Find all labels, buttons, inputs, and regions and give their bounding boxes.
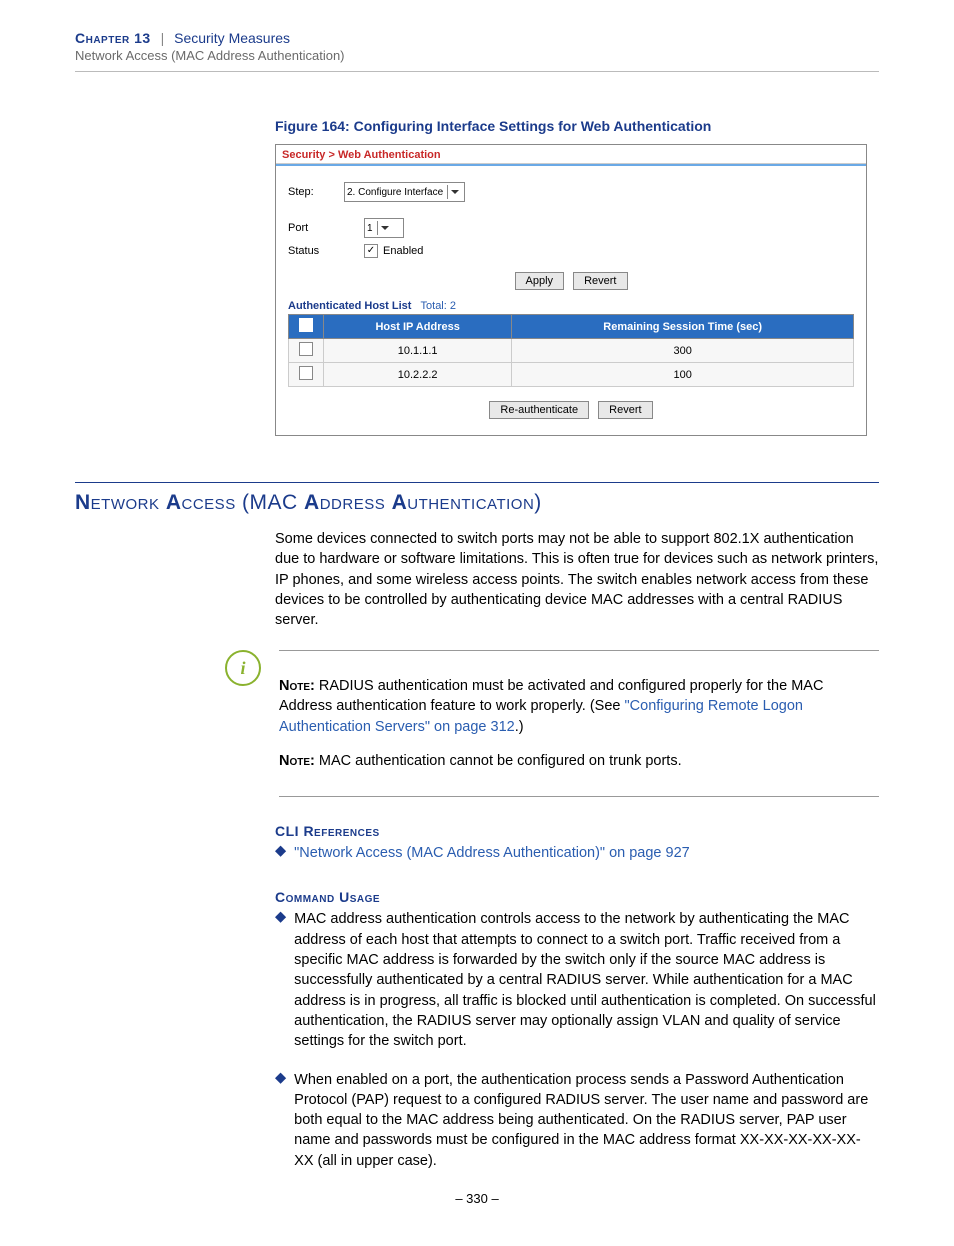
command-usage-heading: Command Usage (275, 889, 879, 905)
info-icon: i (225, 650, 261, 686)
step-select[interactable]: 2. Configure Interface (344, 182, 465, 202)
table-row: 10.2.2.2 100 (289, 363, 854, 387)
status-label: Status (288, 245, 344, 257)
figure-caption: Figure 164: Configuring Interface Settin… (275, 118, 879, 134)
revert-button[interactable]: Revert (573, 272, 627, 290)
host-list-table: Host IP Address Remaining Session Time (… (288, 314, 854, 387)
list-item: MAC address authentication controls acce… (275, 909, 879, 1051)
page-number: – 330 – (75, 1191, 879, 1206)
chapter-title: Security Measures (174, 30, 290, 46)
figure-breadcrumb: Security > Web Authentication (282, 149, 441, 161)
col-host-ip: Host IP Address (324, 315, 512, 339)
status-checkbox[interactable]: ✓ (364, 244, 378, 258)
figure-164: Security > Web Authentication Step: 2. C… (275, 144, 867, 436)
host-list-label: Authenticated Host List (288, 300, 411, 312)
select-all-checkbox[interactable] (299, 318, 313, 332)
chapter-number: Chapter 13 (75, 30, 151, 46)
table-row: 10.1.1.1 300 (289, 339, 854, 363)
step-label: Step: (288, 186, 344, 198)
col-session-time: Remaining Session Time (sec) (512, 315, 854, 339)
chevron-down-icon (447, 185, 462, 199)
list-item: When enabled on a port, the authenticati… (275, 1070, 879, 1171)
cli-references-heading: CLI References (275, 823, 879, 839)
reauthenticate-button[interactable]: Re-authenticate (489, 401, 589, 419)
section-heading: Network Access (MAC Address Authenticati… (75, 491, 879, 515)
link-cli-network-access[interactable]: "Network Access (MAC Address Authenticat… (294, 845, 690, 861)
apply-button[interactable]: Apply (515, 272, 565, 290)
revert-button-2[interactable]: Revert (598, 401, 652, 419)
status-value: Enabled (383, 245, 423, 257)
port-label: Port (288, 222, 344, 234)
page-header: Chapter 13 | Security Measures Network A… (75, 30, 879, 72)
row-checkbox[interactable] (299, 366, 313, 380)
section-para-1: Some devices connected to switch ports m… (275, 529, 879, 630)
header-subtitle: Network Access (MAC Address Authenticati… (75, 48, 879, 63)
note-block: Note: RADIUS authentication must be acti… (279, 650, 879, 797)
chevron-down-icon (377, 221, 392, 235)
row-checkbox[interactable] (299, 342, 313, 356)
port-select[interactable]: 1 (364, 218, 404, 238)
